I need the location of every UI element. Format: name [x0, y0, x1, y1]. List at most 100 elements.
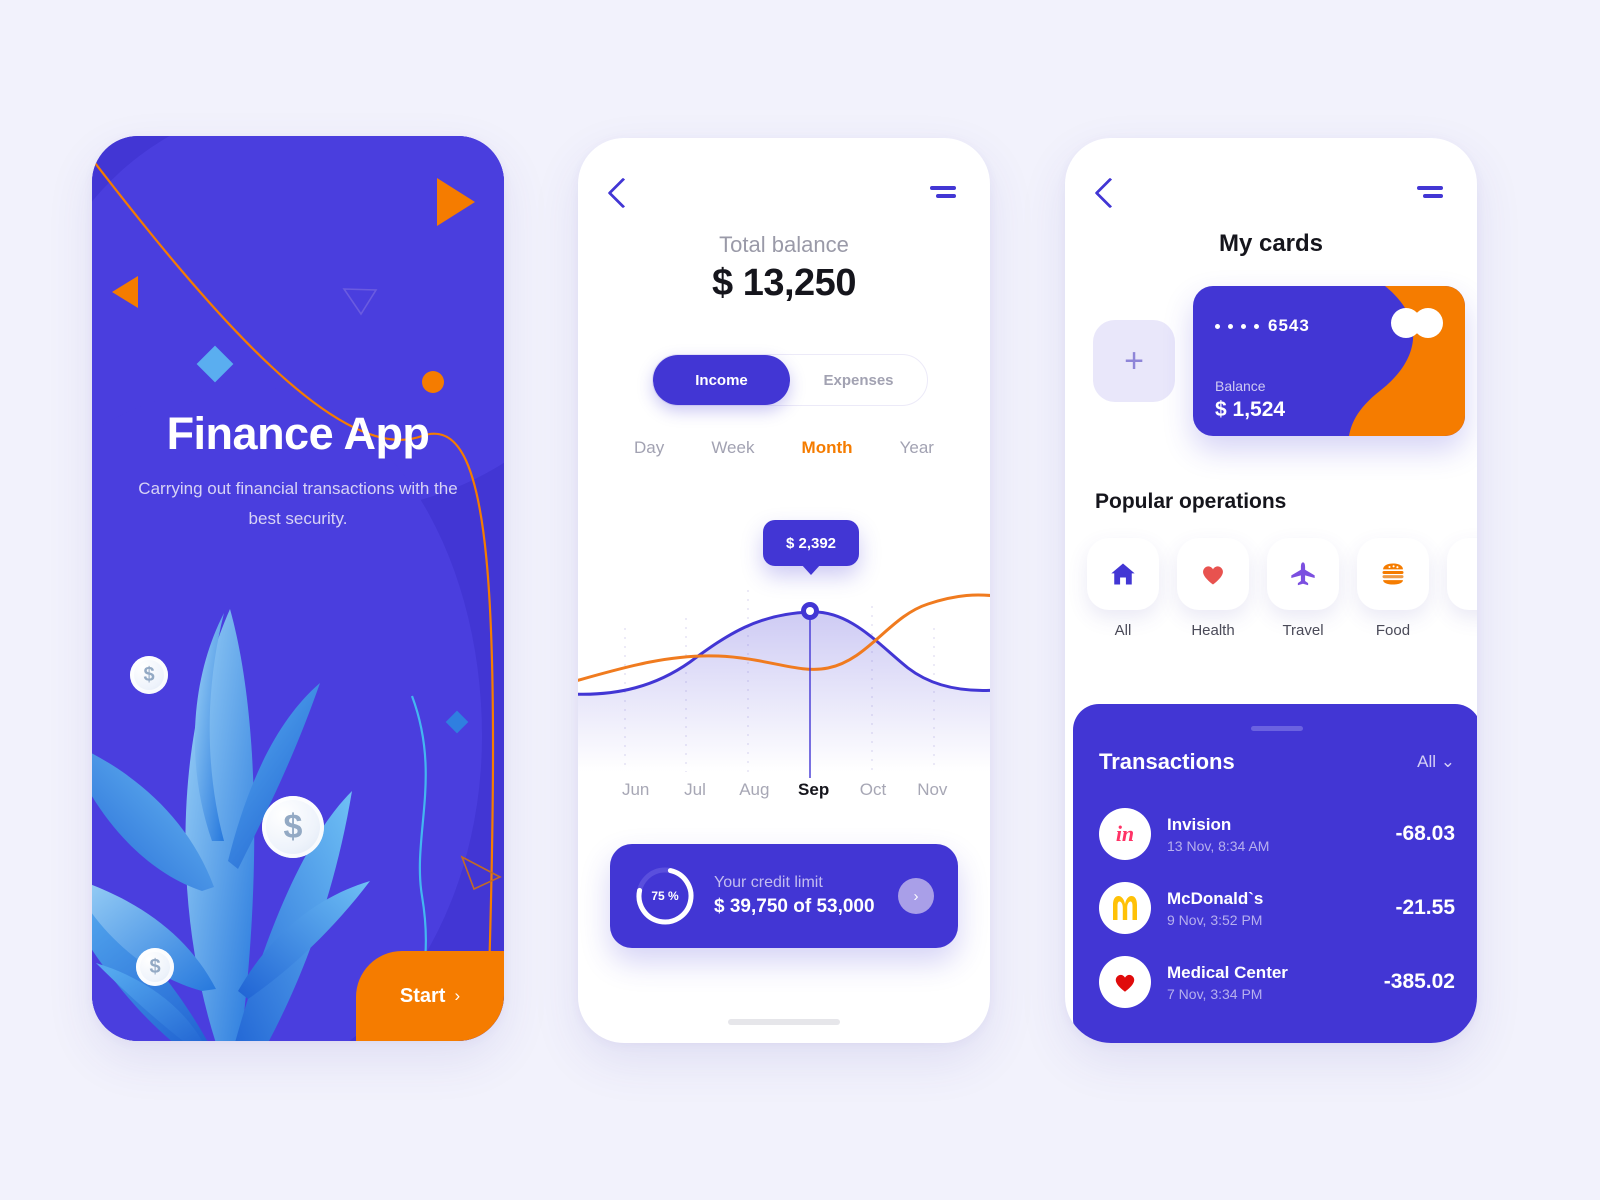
transaction-amount: -21.55: [1395, 896, 1455, 919]
x-tick-nov: Nov: [917, 780, 948, 799]
transaction-amount: -385.02: [1383, 970, 1455, 993]
phone-onboarding: Finance App Carrying out financial trans…: [92, 136, 504, 1041]
transaction-amount: -68.03: [1395, 822, 1455, 845]
period-week[interactable]: Week: [711, 438, 754, 458]
chart-highlight-point-inner: [806, 607, 814, 615]
operation-tile: [1267, 538, 1339, 610]
triangle-outline-orange-icon: [460, 855, 502, 891]
home-icon: [1111, 563, 1135, 585]
credit-text: Your credit limit $ 39,750 of 53,000: [714, 874, 880, 918]
transaction-date: 7 Nov, 3:34 PM: [1167, 985, 1263, 1002]
balance-value: $ 13,250: [712, 262, 856, 304]
period-year[interactable]: Year: [900, 438, 934, 458]
x-tick-aug: Aug: [739, 780, 770, 799]
bank-card[interactable]: 6543 Balance $ 1,524: [1193, 286, 1465, 436]
operations-title: Popular operations: [1095, 490, 1287, 513]
back-button[interactable]: [1094, 177, 1126, 209]
income-expenses-toggle[interactable]: Income Expenses: [652, 354, 928, 406]
menu-button[interactable]: [930, 185, 956, 201]
coin-large: $: [262, 796, 324, 858]
credit-limit-card[interactable]: 75 % Your credit limit $ 39,750 of 53,00…: [610, 844, 958, 948]
start-button[interactable]: Start ›: [356, 951, 504, 1041]
transactions-list: in Invision 13 Nov, 8:34 AM -68.03 McDon…: [1099, 797, 1455, 1019]
credit-label: Your credit limit: [714, 874, 823, 891]
panel-grabber[interactable]: [1251, 726, 1303, 731]
chart-tooltip-value: $ 2,392: [785, 534, 837, 552]
operation-label: Health: [1191, 622, 1235, 639]
avatar: [1099, 882, 1151, 934]
start-label: Start: [399, 984, 446, 1007]
tab-income[interactable]: Income: [653, 355, 790, 405]
credit-value: $ 39,750 of 53,000: [714, 896, 875, 917]
operation-health[interactable]: Health: [1177, 538, 1249, 639]
x-tick-jun: Jun: [621, 780, 650, 799]
transaction-info: McDonald`s 9 Nov, 3:52 PM: [1167, 889, 1379, 928]
tab-expenses[interactable]: Expenses: [790, 355, 927, 405]
balance-label: Total balance: [719, 232, 849, 257]
cards-topbar: [1065, 176, 1477, 210]
card-number: 6543: [1215, 316, 1310, 336]
card-masked-dots: [1215, 323, 1259, 329]
triangle-orange-large: [437, 178, 475, 226]
operation-next[interactable]: [1447, 538, 1477, 639]
credit-percent: 75 %: [651, 889, 679, 903]
heart-icon: [1115, 974, 1135, 992]
onboarding-subtitle: Carrying out financial transactions with…: [138, 479, 458, 528]
invision-logo-icon: in: [1115, 821, 1135, 846]
chart-area-income: [578, 611, 990, 772]
chevron-right-icon: ›: [454, 986, 461, 1005]
operation-tile: [1087, 538, 1159, 610]
phone-statistics: Total balance $ 13,250 Income Expenses D…: [578, 138, 990, 1043]
coin-small-bottom: $: [136, 948, 174, 986]
x-tick-oct: Oct: [859, 780, 887, 799]
operation-label: All: [1114, 622, 1132, 639]
operation-label: Food: [1375, 622, 1411, 639]
home-indicator: [728, 1019, 840, 1025]
add-card-button[interactable]: +: [1093, 320, 1175, 402]
card-last4: 6543: [1268, 316, 1310, 335]
operation-travel[interactable]: Travel: [1267, 538, 1339, 639]
transaction-row[interactable]: Medical Center 7 Nov, 3:34 PM -385.02: [1099, 945, 1455, 1019]
heart-icon: [1203, 566, 1223, 585]
coin-symbol: $: [283, 807, 303, 846]
coin-symbol: $: [143, 663, 155, 686]
chevron-down-icon: ⌄: [1440, 752, 1455, 771]
transaction-date: 13 Nov, 8:34 AM: [1167, 837, 1270, 854]
mcdonalds-logo-icon: [1113, 896, 1137, 920]
transactions-title: Transactions: [1099, 749, 1235, 774]
menu-button[interactable]: [1417, 185, 1443, 201]
operation-tile: [1177, 538, 1249, 610]
chart-x-axis: Jun Jul Aug Sep Oct Nov: [578, 780, 990, 800]
dot-orange: [422, 371, 444, 393]
period-selector[interactable]: Day Week Month Year: [612, 438, 956, 458]
credit-details-button[interactable]: ›: [898, 878, 934, 914]
transaction-info: Invision 13 Nov, 8:34 AM: [1167, 815, 1379, 854]
x-tick-sep: Sep: [798, 780, 830, 799]
transaction-name: Medical Center: [1167, 962, 1288, 982]
transactions-filter[interactable]: All ⌄: [1417, 752, 1455, 772]
period-day[interactable]: Day: [634, 438, 664, 458]
cards-carousel[interactable]: + 6543 Balance $ 1,524: [1093, 286, 1465, 436]
chart-tooltip: $ 2,392: [763, 520, 859, 566]
airplane-icon: [1291, 562, 1315, 586]
plus-icon: +: [1124, 341, 1144, 380]
period-month[interactable]: Month: [802, 438, 853, 458]
operation-all[interactable]: All: [1087, 538, 1159, 639]
avatar: [1099, 956, 1151, 1008]
card-balance-value: $ 1,524: [1215, 398, 1286, 421]
back-button[interactable]: [607, 177, 639, 209]
transactions-panel: Transactions All ⌄ in Invision 13 Nov, 8…: [1073, 704, 1477, 1043]
transaction-name: McDonald`s: [1167, 888, 1264, 908]
transaction-row[interactable]: in Invision 13 Nov, 8:34 AM -68.03: [1099, 797, 1455, 871]
transactions-header: Transactions All ⌄: [1099, 749, 1455, 775]
chevron-right-icon: ›: [913, 887, 919, 905]
avatar: in: [1099, 808, 1151, 860]
operation-food[interactable]: Food: [1357, 538, 1429, 639]
screenshot-canvas: Finance App Carrying out financial trans…: [0, 0, 1600, 1200]
x-tick-jul: Jul: [684, 780, 706, 799]
transactions-filter-label: All: [1417, 752, 1437, 771]
coin-small-top: $: [130, 656, 168, 694]
income-chart: $ 2,392: [578, 510, 990, 810]
transaction-row[interactable]: McDonald`s 9 Nov, 3:52 PM -21.55: [1099, 871, 1455, 945]
transaction-info: Medical Center 7 Nov, 3:34 PM: [1167, 963, 1368, 1002]
